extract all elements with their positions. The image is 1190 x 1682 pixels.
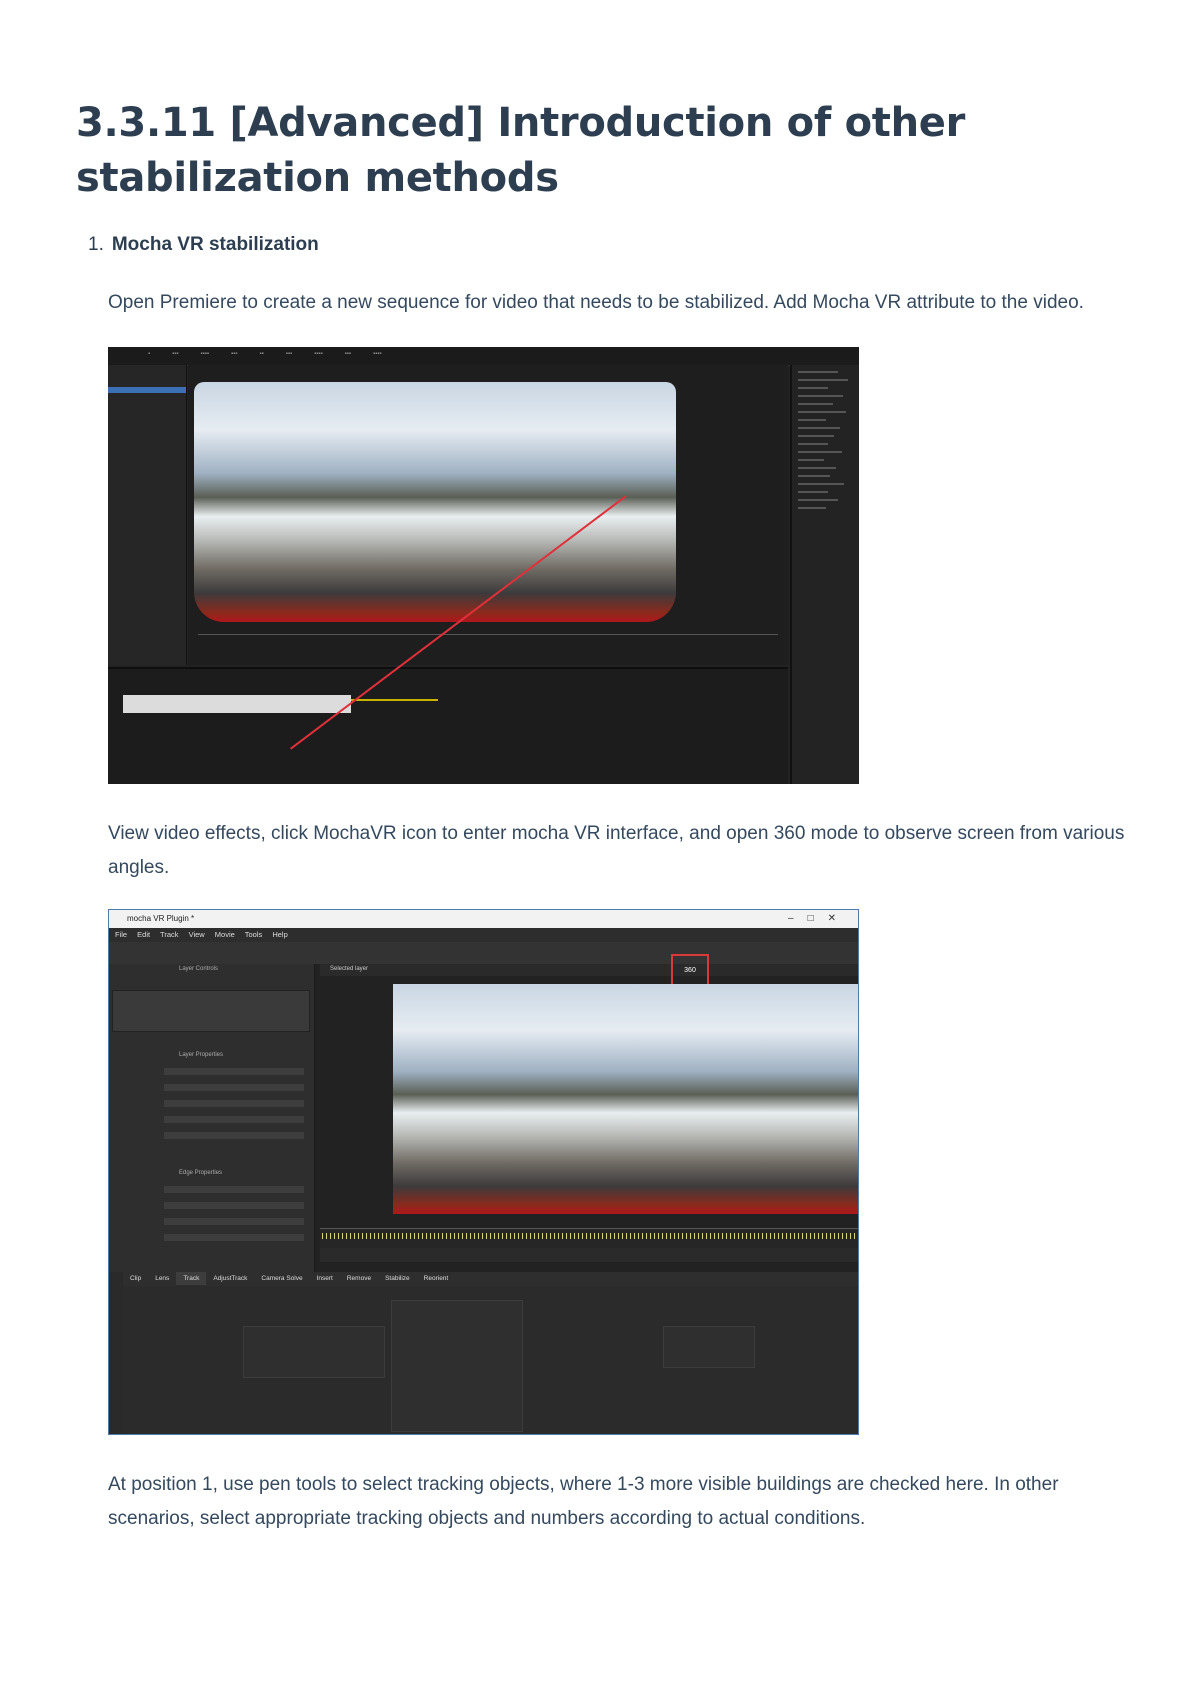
panorama-video-frame [194,382,676,622]
mocha-playback-controls [320,1248,858,1262]
tab-track: Track [176,1272,207,1285]
tab-adjusttrack: AdjustTrack [213,1275,248,1282]
mocha-viewer-toolbar: Selected layer [320,964,858,976]
list-item-heading-text: Mocha VR stabilization [111,234,319,255]
mode-360-button-highlight: 360 [671,954,709,988]
tab-stabilize: Stabilize [385,1275,410,1282]
tab-camera-solve: Camera Solve [261,1275,303,1282]
selected-layer-dropdown: Selected layer [330,966,369,972]
tab-reorient: Reorient [423,1275,449,1282]
tab-insert: Insert [316,1275,333,1282]
premiere-workspace-bar: ▪ ▪▪▪ ▪▪▪▪ ▪▪▪ ▪▪ ▪▪▪ ▪▪▪▪ ▪▪▪ ▪▪▪▪ [108,347,859,366]
mocha-timeline [320,1228,858,1249]
mocha-side-tabs [109,1272,123,1434]
mocha-menu-bar: File Edit Track View Movie Tools Help [109,928,858,942]
premiere-timeline-panel [108,667,788,784]
list-item-heading: 1. Mocha VR stabilization [88,234,319,256]
list-item-number: 1. [88,234,104,255]
section-title: 3.3.11 [Advanced] Introduction of other … [76,100,966,201]
layer-properties-label: Layer Properties [179,1052,224,1058]
mocha-title-bar: mocha VR Plugin * –□✕ [109,910,858,928]
document-page: 3.3.11 [Advanced] Introduction of other … [0,0,1190,1682]
window-controls-icon: –□✕ [788,913,850,924]
premiere-timecode-ruler [198,634,778,639]
edge-properties-label: Edge Properties [179,1170,223,1176]
paragraph-3: At position 1, use pen tools to select t… [108,1474,1059,1529]
premiere-project-panel [108,365,187,665]
paragraph-2: View video effects, click MochaVR icon t… [108,823,1125,878]
mocha-module-tabs: Clip Lens Track AdjustTrack Camera Solve Inse… [123,1272,858,1286]
tab-remove: Remove [346,1275,372,1282]
mocha-window-title: mocha VR Plugin * [127,914,195,923]
premiere-timeline-clip [123,695,351,713]
tab-lens: Lens [155,1275,170,1282]
mocha-parameters-panel [123,1286,858,1434]
mocha-layer-panel: Layer Controls Layer Properties Edge Pro… [109,964,315,1319]
paragraph-1: Open Premiere to create a new sequence f… [108,292,1084,313]
mocha-panorama-frame [393,984,858,1214]
premiere-effects-panel [790,365,859,784]
tab-clip: Clip [130,1275,142,1282]
mocha-toolbar [109,942,858,965]
layer-controls-label: Layer Controls [179,966,219,972]
